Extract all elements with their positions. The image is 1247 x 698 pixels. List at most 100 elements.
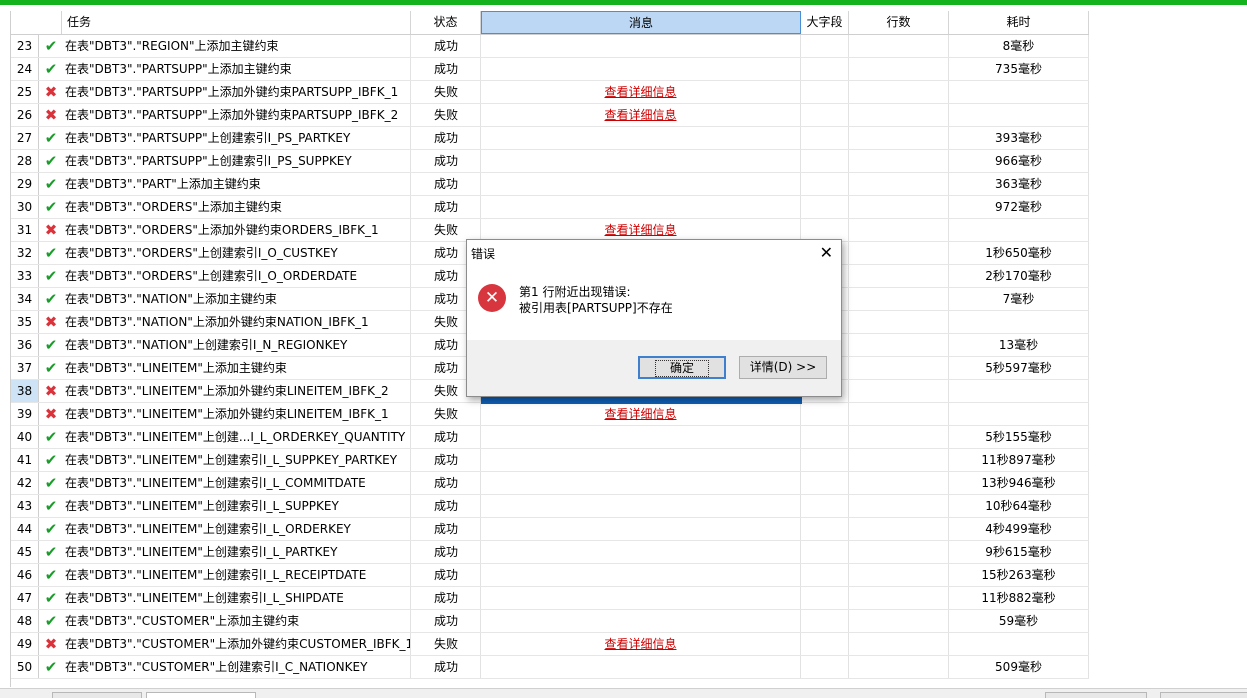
task-cell[interactable]: 在表"DBT3"."ORDERS"上添加主键约束	[62, 196, 411, 218]
rows-cell	[849, 58, 949, 80]
message-cell[interactable]	[481, 518, 801, 540]
message-cell[interactable]	[481, 541, 801, 563]
table-row[interactable]: 28 ✔ 在表"DBT3"."PARTSUPP"上创建索引I_PS_SUPPKEY 成…	[11, 150, 1089, 173]
message-cell[interactable]: 查看详细信息	[481, 219, 801, 241]
status-cell: 成功	[411, 35, 481, 57]
message-cell[interactable]	[481, 656, 801, 678]
status-cell: 成功	[411, 541, 481, 563]
header-bigfield[interactable]: 大字段	[801, 11, 849, 34]
time-cell: 7毫秒	[949, 288, 1089, 310]
bottom-button-1[interactable]	[52, 692, 142, 698]
header-time[interactable]: 耗时	[949, 11, 1089, 34]
bigfield-cell	[801, 518, 849, 540]
message-cell[interactable]	[481, 564, 801, 586]
task-cell[interactable]: 在表"DBT3"."LINEITEM"上创建...I_L_ORDERKEY_QU…	[62, 426, 411, 448]
task-cell[interactable]: 在表"DBT3"."PART"上添加主键约束	[62, 173, 411, 195]
task-cell[interactable]: 在表"DBT3"."CUSTOMER"上创建索引I_C_NATIONKEY	[62, 656, 411, 678]
task-cell[interactable]: 在表"DBT3"."LINEITEM"上创建索引I_L_RECEIPTDATE	[62, 564, 411, 586]
table-row[interactable]: 49 ✖ 在表"DBT3"."CUSTOMER"上添加外键约束CUSTOMER_IB…	[11, 633, 1089, 656]
details-button[interactable]: 详情(D) >>	[739, 356, 827, 379]
message-cell[interactable]: 查看详细信息	[481, 403, 801, 425]
task-cell[interactable]: 在表"DBT3"."ORDERS"上创建索引I_O_CUSTKEY	[62, 242, 411, 264]
task-cell[interactable]: 在表"DBT3"."LINEITEM"上创建索引I_L_COMMITDATE	[62, 472, 411, 494]
task-cell[interactable]: 在表"DBT3"."LINEITEM"上添加外键约束LINEITEM_IBFK_…	[62, 380, 411, 402]
header-status[interactable]: 状态	[411, 11, 481, 34]
message-cell[interactable]	[481, 495, 801, 517]
table-row[interactable]: 30 ✔ 在表"DBT3"."ORDERS"上添加主键约束 成功 972毫秒	[11, 196, 1089, 219]
message-cell[interactable]	[481, 472, 801, 494]
table-row[interactable]: 43 ✔ 在表"DBT3"."LINEITEM"上创建索引I_L_SUPPKEY 成功…	[11, 495, 1089, 518]
view-details-link[interactable]: 查看详细信息	[604, 407, 676, 421]
task-cell[interactable]: 在表"DBT3"."LINEITEM"上创建索引I_L_SUPPKEY_PART…	[62, 449, 411, 471]
message-cell[interactable]	[481, 173, 801, 195]
table-row[interactable]: 40 ✔ 在表"DBT3"."LINEITEM"上创建...I_L_ORDERKEY…	[11, 426, 1089, 449]
time-cell	[949, 81, 1089, 103]
task-cell[interactable]: 在表"DBT3"."NATION"上创建索引I_N_REGIONKEY	[62, 334, 411, 356]
task-cell[interactable]: 在表"DBT3"."CUSTOMER"上添加外键约束CUSTOMER_IBFK_…	[62, 633, 411, 655]
task-cell[interactable]: 在表"DBT3"."LINEITEM"上创建索引I_L_ORDERKEY	[62, 518, 411, 540]
table-row[interactable]: 45 ✔ 在表"DBT3"."LINEITEM"上创建索引I_L_PARTKEY 成功…	[11, 541, 1089, 564]
view-details-link[interactable]: 查看详细信息	[604, 108, 676, 122]
task-cell[interactable]: 在表"DBT3"."LINEITEM"上创建索引I_L_PARTKEY	[62, 541, 411, 563]
header-task[interactable]: 任务	[62, 11, 411, 34]
cross-icon: ✖	[44, 106, 58, 124]
time-cell: 393毫秒	[949, 127, 1089, 149]
bottom-button-4[interactable]	[1160, 692, 1247, 698]
task-cell[interactable]: 在表"DBT3"."LINEITEM"上创建索引I_L_SUPPKEY	[62, 495, 411, 517]
message-cell[interactable]: 查看详细信息	[481, 104, 801, 126]
message-cell[interactable]	[481, 426, 801, 448]
table-row[interactable]: 50 ✔ 在表"DBT3"."CUSTOMER"上创建索引I_C_NATIONKEY…	[11, 656, 1089, 679]
task-cell[interactable]: 在表"DBT3"."PARTSUPP"上添加主键约束	[62, 58, 411, 80]
row-number: 38	[11, 380, 39, 402]
message-cell[interactable]: 查看详细信息	[481, 81, 801, 103]
table-row[interactable]: 47 ✔ 在表"DBT3"."LINEITEM"上创建索引I_L_SHIPDATE 成…	[11, 587, 1089, 610]
table-row[interactable]: 44 ✔ 在表"DBT3"."LINEITEM"上创建索引I_L_ORDERKEY 成…	[11, 518, 1089, 541]
time-cell: 11秒882毫秒	[949, 587, 1089, 609]
message-cell[interactable]	[481, 610, 801, 632]
task-cell[interactable]: 在表"DBT3"."LINEITEM"上添加主键约束	[62, 357, 411, 379]
table-row[interactable]: 48 ✔ 在表"DBT3"."CUSTOMER"上添加主键约束 成功 59毫秒	[11, 610, 1089, 633]
ok-button[interactable]: 确定	[638, 356, 726, 379]
table-row[interactable]: 46 ✔ 在表"DBT3"."LINEITEM"上创建索引I_L_RECEIPTDA…	[11, 564, 1089, 587]
rows-cell	[849, 449, 949, 471]
message-cell[interactable]	[481, 35, 801, 57]
view-details-link[interactable]: 查看详细信息	[604, 223, 676, 237]
message-cell[interactable]	[481, 587, 801, 609]
task-cell[interactable]: 在表"DBT3"."PARTSUPP"上添加外键约束PARTSUPP_IBFK_…	[62, 81, 411, 103]
task-cell[interactable]: 在表"DBT3"."ORDERS"上添加外键约束ORDERS_IBFK_1	[62, 219, 411, 241]
table-row[interactable]: 39 ✖ 在表"DBT3"."LINEITEM"上添加外键约束LINEITEM_IB…	[11, 403, 1089, 426]
view-details-link[interactable]: 查看详细信息	[604, 637, 676, 651]
check-icon: ✔	[44, 37, 58, 55]
rows-cell	[849, 518, 949, 540]
task-cell[interactable]: 在表"DBT3"."NATION"上添加主键约束	[62, 288, 411, 310]
task-cell[interactable]: 在表"DBT3"."NATION"上添加外键约束NATION_IBFK_1	[62, 311, 411, 333]
table-row[interactable]: 25 ✖ 在表"DBT3"."PARTSUPP"上添加外键约束PARTSUPP_IB…	[11, 81, 1089, 104]
message-cell[interactable]	[481, 150, 801, 172]
bottom-button-3[interactable]	[1045, 692, 1147, 698]
table-row[interactable]: 26 ✖ 在表"DBT3"."PARTSUPP"上添加外键约束PARTSUPP_IB…	[11, 104, 1089, 127]
table-row[interactable]: 29 ✔ 在表"DBT3"."PART"上添加主键约束 成功 363毫秒	[11, 173, 1089, 196]
task-cell[interactable]: 在表"DBT3"."PARTSUPP"上创建索引I_PS_PARTKEY	[62, 127, 411, 149]
message-cell[interactable]	[481, 449, 801, 471]
task-cell[interactable]: 在表"DBT3"."PARTSUPP"上创建索引I_PS_SUPPKEY	[62, 150, 411, 172]
table-row[interactable]: 24 ✔ 在表"DBT3"."PARTSUPP"上添加主键约束 成功 735毫秒	[11, 58, 1089, 81]
message-cell[interactable]	[481, 127, 801, 149]
header-message[interactable]: 消息	[481, 11, 801, 34]
task-cell[interactable]: 在表"DBT3"."PARTSUPP"上添加外键约束PARTSUPP_IBFK_…	[62, 104, 411, 126]
task-cell[interactable]: 在表"DBT3"."ORDERS"上创建索引I_O_ORDERDATE	[62, 265, 411, 287]
table-row[interactable]: 41 ✔ 在表"DBT3"."LINEITEM"上创建索引I_L_SUPPKEY_P…	[11, 449, 1089, 472]
message-cell[interactable]	[481, 196, 801, 218]
bottom-button-2[interactable]	[146, 692, 256, 698]
close-icon[interactable]: ✕	[820, 243, 833, 262]
table-row[interactable]: 42 ✔ 在表"DBT3"."LINEITEM"上创建索引I_L_COMMITDAT…	[11, 472, 1089, 495]
message-cell[interactable]: 查看详细信息	[481, 633, 801, 655]
task-cell[interactable]: 在表"DBT3"."REGION"上添加主键约束	[62, 35, 411, 57]
task-cell[interactable]: 在表"DBT3"."LINEITEM"上创建索引I_L_SHIPDATE	[62, 587, 411, 609]
task-cell[interactable]: 在表"DBT3"."LINEITEM"上添加外键约束LINEITEM_IBFK_…	[62, 403, 411, 425]
header-rows[interactable]: 行数	[849, 11, 949, 34]
table-row[interactable]: 23 ✔ 在表"DBT3"."REGION"上添加主键约束 成功 8毫秒	[11, 35, 1089, 58]
table-row[interactable]: 27 ✔ 在表"DBT3"."PARTSUPP"上创建索引I_PS_PARTKEY 成…	[11, 127, 1089, 150]
view-details-link[interactable]: 查看详细信息	[604, 85, 676, 99]
message-cell[interactable]	[481, 58, 801, 80]
task-cell[interactable]: 在表"DBT3"."CUSTOMER"上添加主键约束	[62, 610, 411, 632]
